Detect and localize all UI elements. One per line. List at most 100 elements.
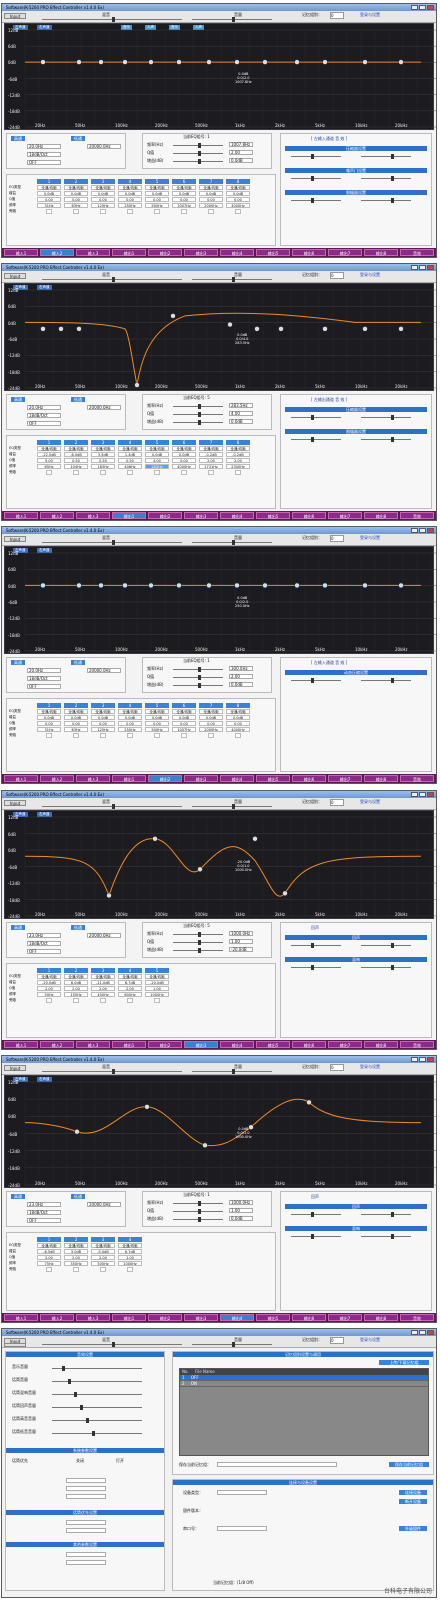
- channel-tab[interactable]: 输出2: [148, 249, 182, 256]
- band-q[interactable]: 0.00: [199, 197, 223, 202]
- band-q[interactable]: 0.00: [64, 197, 88, 202]
- eq-point[interactable]: [40, 59, 46, 65]
- band-freq[interactable]: 50Hz: [37, 992, 61, 997]
- lp-button[interactable]: 低通: [71, 925, 85, 930]
- eq-point[interactable]: [262, 582, 268, 589]
- band-number[interactable]: 2: [64, 179, 88, 184]
- band-freq[interactable]: 283Hz: [145, 464, 169, 469]
- eq-point[interactable]: [234, 582, 240, 589]
- band-freq[interactable]: 500Hz: [145, 727, 169, 732]
- band-gain[interactable]: 0.0dB: [37, 191, 61, 196]
- band-q[interactable]: 0.00: [64, 721, 88, 726]
- eq-param-value[interactable]: 1.00: [229, 1208, 253, 1213]
- band-q[interactable]: 0.00: [172, 197, 196, 202]
- eq-point[interactable]: [322, 59, 328, 65]
- channel-select[interactable]: 0: [330, 272, 344, 279]
- volume-row-slider[interactable]: [52, 1379, 142, 1384]
- bypass-checkbox[interactable]: [154, 470, 160, 475]
- eq-point[interactable]: [176, 59, 182, 65]
- effect-slider[interactable]: [291, 965, 341, 970]
- volume-row-slider[interactable]: [52, 1431, 142, 1436]
- output-button[interactable]: [4, 1343, 26, 1347]
- eq-param-slider[interactable]: [173, 1217, 223, 1222]
- band-gain[interactable]: 0.0dB: [64, 191, 88, 196]
- band-freq[interactable]: 104Hz: [64, 464, 88, 469]
- eq-param-value[interactable]: 0.0dB: [229, 1216, 253, 1221]
- param-field-3[interactable]: [66, 1494, 106, 1499]
- channel-tab[interactable]: 输出8: [364, 775, 398, 782]
- band-type-select[interactable]: 全通/均衡: [172, 709, 196, 714]
- bypass-checkbox[interactable]: [208, 733, 214, 738]
- minimize-button[interactable]: [411, 265, 418, 270]
- bypass-checkbox[interactable]: [100, 998, 106, 1003]
- channel-tab[interactable]: 输入3: [76, 1041, 110, 1048]
- channel-tab[interactable]: 输出1: [112, 1041, 146, 1048]
- channel-tab[interactable]: 音效: [400, 512, 434, 519]
- eq-point[interactable]: [362, 59, 368, 65]
- band-q[interactable]: 0.00: [91, 197, 115, 202]
- band-freq[interactable]: 125Hz: [91, 203, 115, 208]
- band-q[interactable]: 0.50: [91, 458, 115, 463]
- band-gain[interactable]: -11.0dB: [91, 980, 115, 985]
- save-name-input[interactable]: [217, 1462, 337, 1467]
- effect-slider[interactable]: [361, 1234, 411, 1239]
- band-number[interactable]: 2: [64, 968, 88, 973]
- bypass-checkbox[interactable]: [127, 998, 133, 1003]
- band-freq[interactable]: 250Hz: [118, 727, 142, 732]
- close-button[interactable]: [427, 1330, 434, 1335]
- eq-param-slider[interactable]: [173, 420, 223, 425]
- band-freq[interactable]: 1000Hz: [145, 992, 169, 997]
- eq-param-value[interactable]: 300.0Hz: [229, 666, 253, 671]
- band-number[interactable]: 2: [64, 703, 88, 708]
- band-freq[interactable]: 183Hz: [91, 464, 115, 469]
- band-type-select[interactable]: 全通/均衡: [226, 709, 250, 714]
- eq-point[interactable]: [322, 582, 328, 589]
- band-q[interactable]: 0.00: [37, 721, 61, 726]
- eq-point[interactable]: [294, 582, 300, 589]
- bypass-checkbox[interactable]: [73, 998, 79, 1003]
- bypass-checkbox[interactable]: [100, 470, 106, 475]
- channel-tab[interactable]: 输入2: [40, 1041, 74, 1048]
- band-q[interactable]: 0.50: [118, 458, 142, 463]
- band-q[interactable]: 0.00: [37, 197, 61, 202]
- band-number[interactable]: 3: [91, 703, 115, 708]
- bypass-checkbox[interactable]: [208, 470, 214, 475]
- band-number[interactable]: 3: [91, 179, 115, 184]
- minimize-button[interactable]: [411, 5, 418, 10]
- hp-slope-field[interactable]: 18dB/Oct: [27, 413, 61, 418]
- channel-tab[interactable]: 音效: [400, 1041, 434, 1048]
- band-number[interactable]: 5: [145, 703, 169, 708]
- band-gain[interactable]: 0.0dB: [145, 715, 169, 720]
- channel-tab[interactable]: 输出8: [364, 1041, 398, 1048]
- band-freq[interactable]: 2000Hz: [199, 727, 223, 732]
- band-gain[interactable]: 0.0dB: [226, 191, 250, 196]
- volume-slider[interactable]: [192, 1069, 272, 1074]
- band-number[interactable]: 2: [64, 440, 88, 445]
- bypass-checkbox[interactable]: [235, 470, 241, 475]
- band-type-select[interactable]: 全通/均衡: [37, 446, 61, 451]
- channel-tab[interactable]: 输出5: [256, 1041, 290, 1048]
- band-number[interactable]: 3: [91, 1237, 115, 1242]
- mix-slider[interactable]: [42, 17, 182, 22]
- hp-type-select[interactable]: OFF: [27, 684, 61, 689]
- eq-point[interactable]: [306, 1099, 312, 1105]
- channel-select[interactable]: 0: [330, 799, 344, 806]
- channel-tab[interactable]: 输出7: [328, 512, 362, 519]
- band-q[interactable]: 4.00: [145, 458, 169, 463]
- channel-tab[interactable]: 输入3: [76, 775, 110, 782]
- eq-param-slider[interactable]: [173, 159, 223, 164]
- band-freq[interactable]: 406Hz: [118, 464, 142, 469]
- effect-slider[interactable]: [361, 965, 411, 970]
- login-link[interactable]: 登录与设置: [360, 272, 380, 278]
- channel-tab[interactable]: 输出1: [112, 775, 146, 782]
- eq-point[interactable]: [282, 890, 288, 896]
- eq-point[interactable]: [144, 1104, 150, 1110]
- band-number[interactable]: 6: [172, 179, 196, 184]
- lp-button[interactable]: 低通: [71, 660, 85, 665]
- eq-param-slider[interactable]: [173, 932, 223, 937]
- channel-tab[interactable]: 输入1: [4, 1041, 38, 1048]
- maximize-button[interactable]: [419, 1330, 426, 1335]
- band-number[interactable]: 6: [172, 703, 196, 708]
- band-freq[interactable]: 1007Hz: [172, 727, 196, 732]
- band-number[interactable]: 6: [172, 440, 196, 445]
